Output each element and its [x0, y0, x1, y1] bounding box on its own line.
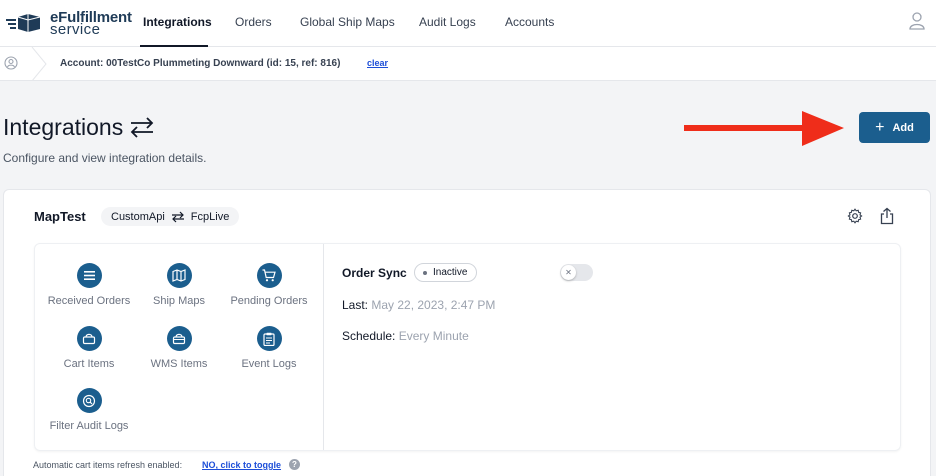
nav-tab-orders[interactable]: Orders: [235, 15, 272, 29]
swap-arrows-icon: [130, 117, 154, 138]
tile-filter-audit-logs[interactable]: Filter Audit Logs: [44, 388, 134, 432]
order-sync-label: Order Sync: [342, 266, 407, 280]
integration-details-panel: Received Orders Ship Maps Pending Orders…: [34, 243, 901, 451]
add-integration-button[interactable]: + Add: [859, 112, 930, 143]
auto-refresh-note: Automatic cart items refresh enabled:: [33, 460, 183, 470]
tile-label: Pending Orders: [230, 295, 308, 307]
nav-tab-integrations[interactable]: Integrations: [143, 15, 212, 29]
search-icon: [76, 388, 102, 413]
status-badge: Inactive: [414, 263, 478, 282]
help-icon[interactable]: ?: [289, 459, 300, 470]
brand-logo[interactable]: eFulfillment service: [6, 8, 132, 38]
account-label: Account: 00TestCo Plummeting Downward (i…: [60, 58, 341, 69]
cart-icon: [256, 263, 282, 288]
tile-label: Ship Maps: [153, 295, 205, 307]
breadcrumb-chevron-icon: [31, 47, 47, 81]
settings-gear-icon[interactable]: [847, 208, 863, 224]
swap-arrows-small-icon: [171, 211, 184, 222]
schedule-label: Schedule:: [342, 329, 396, 343]
account-user-icon: [4, 56, 18, 70]
tile-label: Received Orders: [47, 295, 131, 307]
tile-label: Event Logs: [241, 358, 297, 370]
tile-label: WMS Items: [150, 358, 208, 370]
add-button-label: Add: [892, 121, 914, 134]
integration-route-pill: CustomApi FcpLive: [101, 207, 240, 226]
box-icon: [166, 326, 192, 351]
page-subtitle: Configure and view integration details.: [3, 151, 207, 165]
nav-tab-global-ship-maps[interactable]: Global Ship Maps: [300, 15, 395, 29]
red-pointer-arrow-icon: [684, 111, 844, 146]
list-icon: [76, 263, 102, 288]
tile-ship-maps[interactable]: Ship Maps: [134, 263, 224, 307]
tile-label: Cart Items: [63, 358, 115, 370]
account-breadcrumb-bar: Account: 00TestCo Plummeting Downward (i…: [0, 47, 936, 81]
integration-source: CustomApi: [111, 210, 165, 223]
last-sync-row: Last: May 22, 2023, 2:47 PM: [342, 298, 495, 312]
top-navigation: eFulfillment service Integrations Orders…: [0, 0, 936, 47]
order-sync-toggle[interactable]: ✕: [560, 264, 593, 281]
integration-target: FcpLive: [190, 210, 230, 223]
export-share-icon[interactable]: [879, 207, 895, 225]
map-icon: [166, 263, 192, 288]
logo-mark-icon: [6, 14, 41, 32]
tile-event-logs[interactable]: Event Logs: [224, 326, 314, 370]
page-title: Integrations: [3, 114, 124, 140]
toggle-auto-refresh-link[interactable]: NO, click to toggle: [202, 460, 281, 470]
schedule-row: Schedule: Every Minute: [342, 329, 469, 343]
tile-wms-items[interactable]: WMS Items: [134, 326, 224, 370]
tile-pending-orders[interactable]: Pending Orders: [224, 263, 314, 307]
integration-name: MapTest: [34, 209, 86, 224]
last-sync-label: Last:: [342, 298, 369, 312]
basket-icon: [76, 326, 102, 351]
nav-tab-audit-logs[interactable]: Audit Logs: [419, 15, 476, 29]
toggle-off-icon: ✕: [561, 265, 576, 280]
brand-name-line2: service: [50, 21, 101, 38]
panel-divider: [323, 244, 324, 450]
schedule-value: Every Minute: [398, 329, 469, 343]
clear-account-link[interactable]: clear: [367, 58, 388, 68]
user-profile-icon[interactable]: [909, 12, 925, 30]
nav-tab-accounts[interactable]: Accounts: [505, 15, 554, 29]
clipboard-icon: [256, 326, 282, 351]
status-dot-icon: [423, 270, 427, 275]
plus-icon: +: [875, 118, 885, 136]
tile-label: Filter Audit Logs: [49, 420, 129, 432]
last-sync-value: May 22, 2023, 2:47 PM: [371, 298, 496, 312]
status-text: Inactive: [433, 267, 468, 278]
tile-cart-items[interactable]: Cart Items: [44, 326, 134, 370]
tile-received-orders[interactable]: Received Orders: [44, 263, 134, 307]
integration-card: MapTest CustomApi FcpLive Received Order…: [3, 189, 931, 476]
